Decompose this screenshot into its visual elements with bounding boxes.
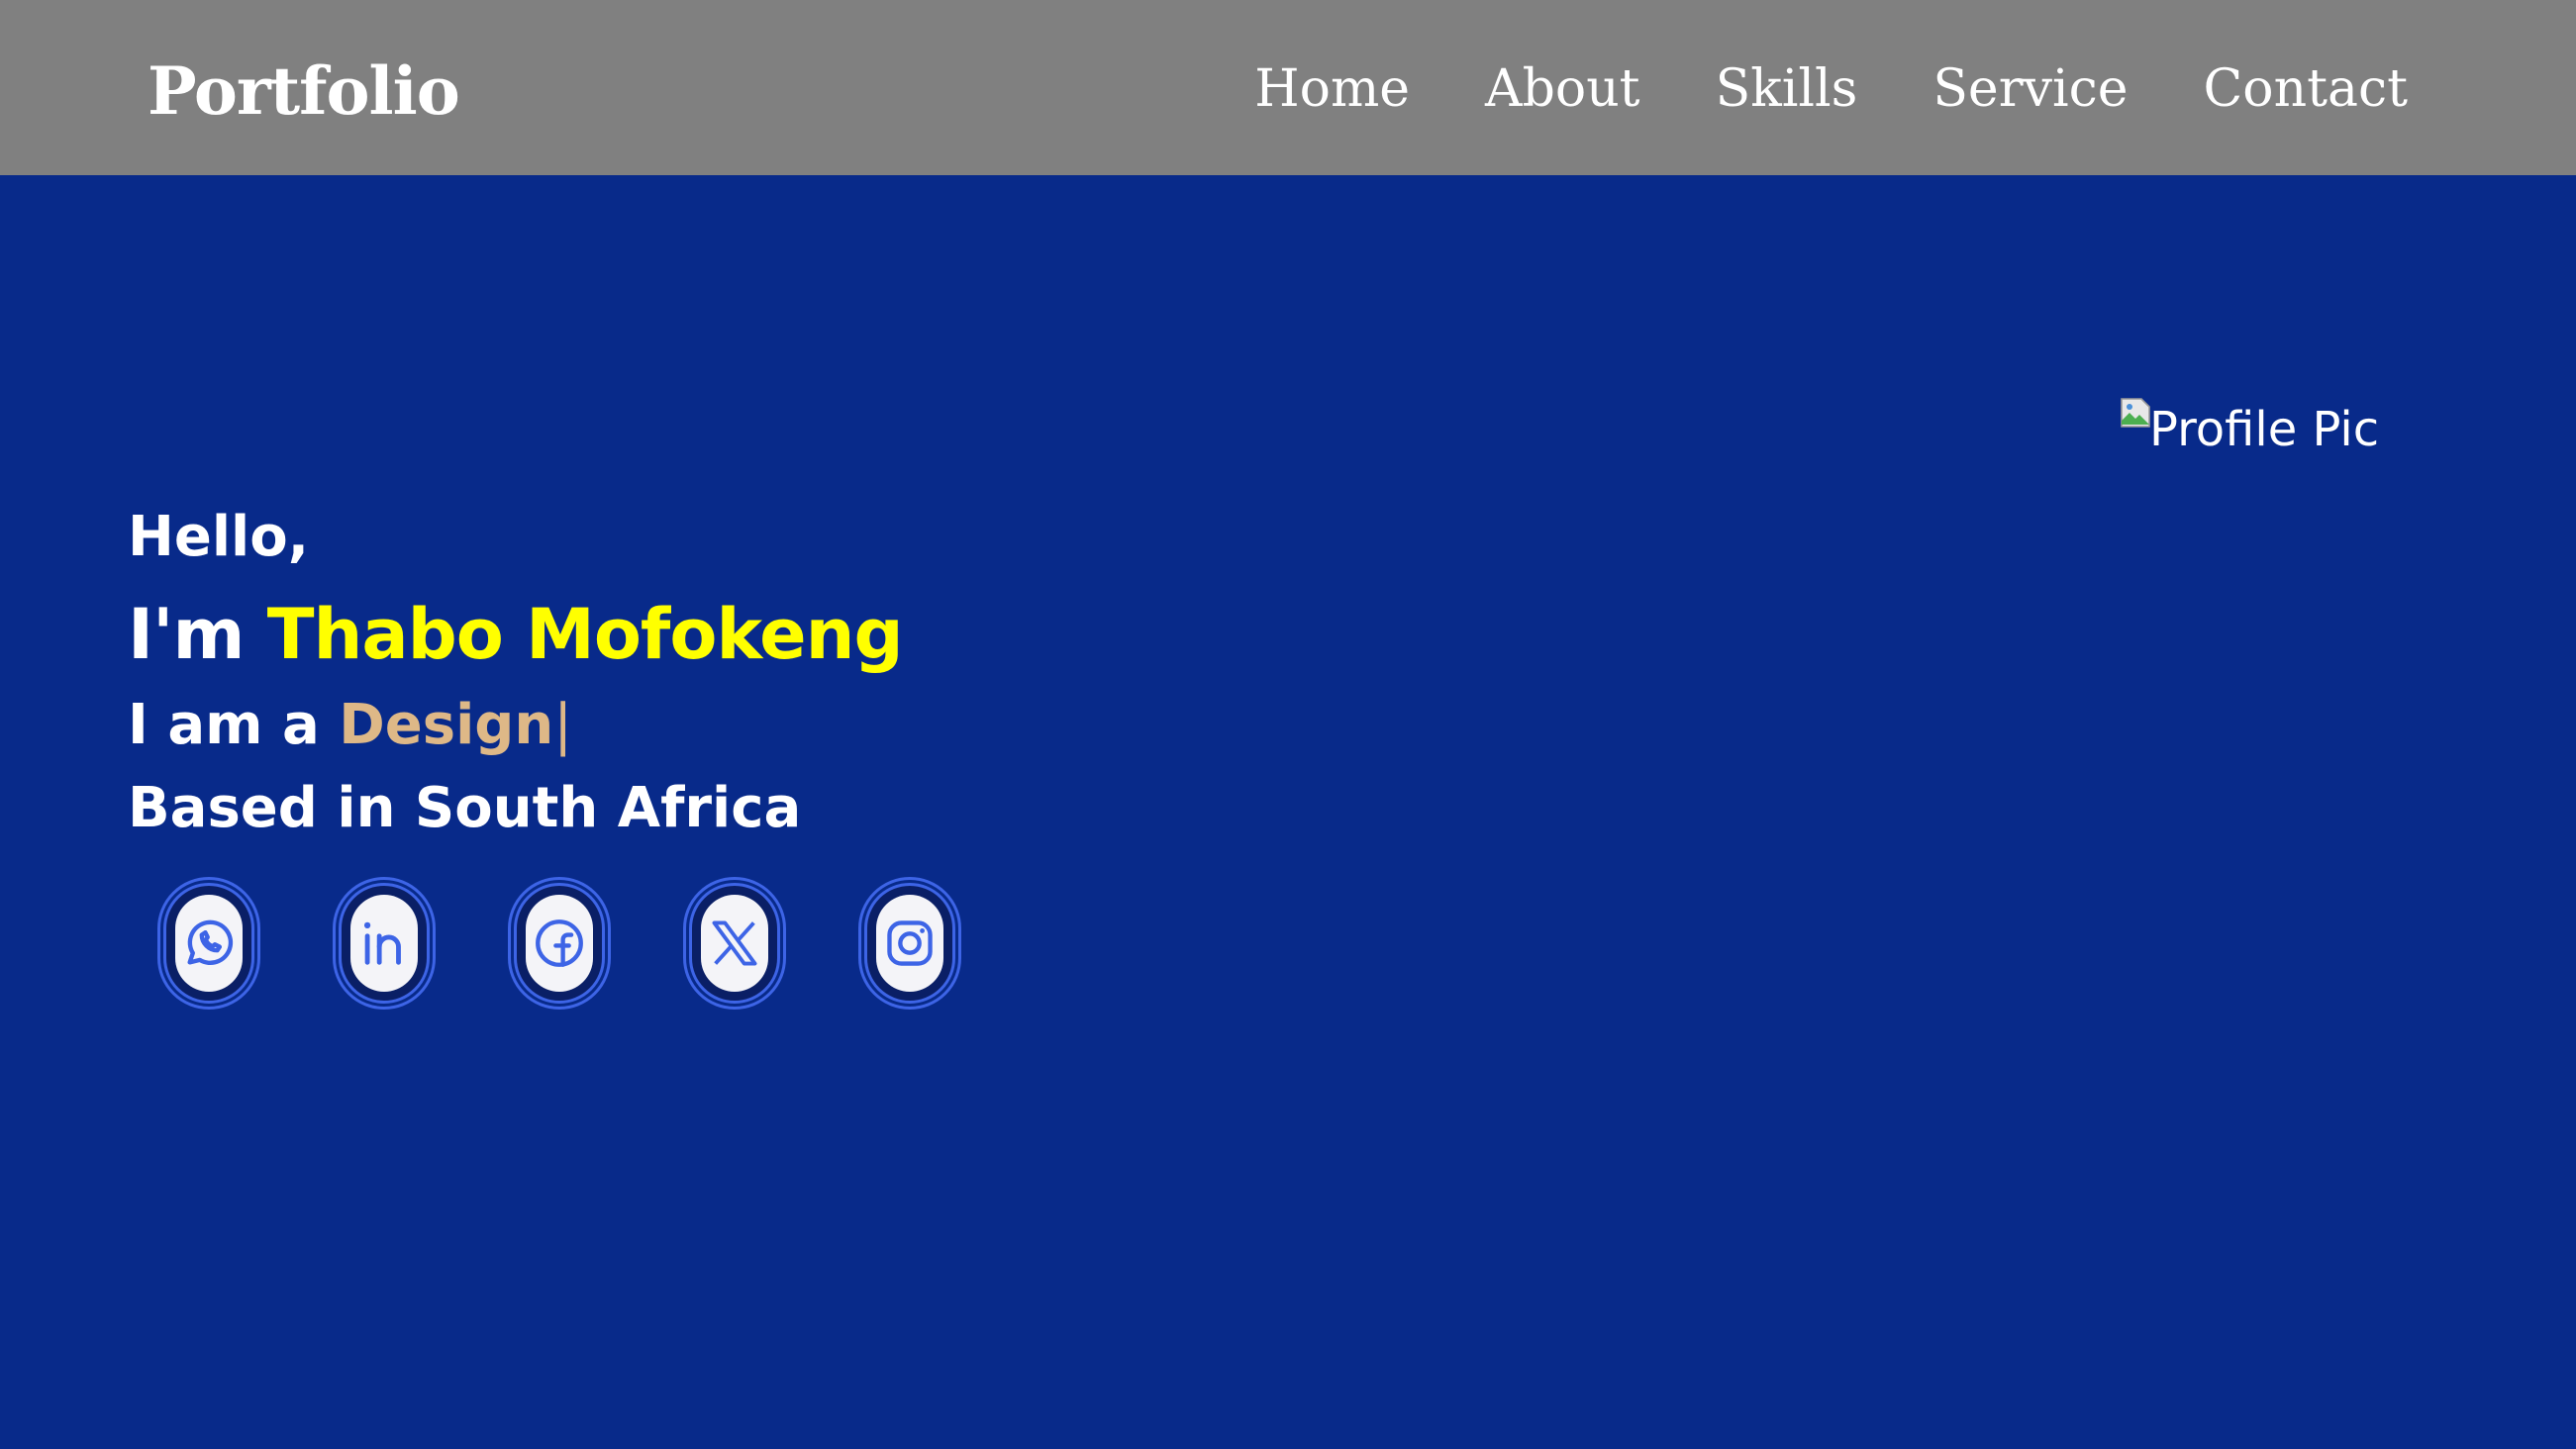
hero-name: Thabo Mofokeng xyxy=(266,594,904,675)
linkedin-badge xyxy=(350,895,418,992)
hero-role: Design xyxy=(339,693,554,757)
profile-pic-alt: Profile Pic xyxy=(2149,402,2380,457)
instagram-badge xyxy=(876,895,943,992)
instagram-link[interactable] xyxy=(858,877,961,1010)
x-twitter-badge xyxy=(701,895,768,992)
site-header: Portfolio Home About Skills Service Cont… xyxy=(0,0,2576,175)
main-nav: Home About Skills Service Contact xyxy=(1254,54,2408,124)
facebook-link[interactable] xyxy=(508,877,611,1010)
linkedin-icon xyxy=(363,921,401,965)
instagram-ring xyxy=(864,883,955,1004)
x-twitter-link[interactable] xyxy=(683,877,786,1010)
nav-skills[interactable]: Skills xyxy=(1716,54,1858,124)
facebook-badge xyxy=(526,895,593,992)
social-links xyxy=(157,877,961,1010)
hero-intro-prefix: I'm xyxy=(128,594,267,675)
whatsapp-link[interactable] xyxy=(157,877,260,1010)
hero-section: Hello, I'm Thabo Mofokeng I am a Design|… xyxy=(128,500,904,846)
facebook-ring xyxy=(514,883,605,1004)
whatsapp-icon xyxy=(187,919,234,966)
nav-service[interactable]: Service xyxy=(1932,54,2128,124)
linkedin-ring xyxy=(339,883,430,1004)
whatsapp-ring xyxy=(163,883,254,1004)
profile-pic: Profile Pic xyxy=(2120,395,2379,464)
hero-role-prefix: I am a xyxy=(128,693,340,757)
whatsapp-badge xyxy=(175,895,243,992)
x-twitter-ring xyxy=(689,883,780,1004)
facebook-icon xyxy=(536,919,583,967)
instagram-icon xyxy=(887,920,933,966)
hero-intro: I'm Thabo Mofokeng xyxy=(128,591,904,678)
nav-home[interactable]: Home xyxy=(1254,54,1410,124)
hero-greeting: Hello, xyxy=(128,505,309,569)
nav-about[interactable]: About xyxy=(1485,54,1640,124)
typing-cursor: | xyxy=(553,693,573,757)
hero-location: Based in South Africa xyxy=(128,776,802,840)
site-logo[interactable]: Portfolio xyxy=(148,51,460,131)
nav-contact[interactable]: Contact xyxy=(2203,54,2408,124)
broken-image-icon xyxy=(2121,398,2150,428)
hero-role-line: I am a Design| xyxy=(128,688,903,763)
x-twitter-icon xyxy=(712,920,757,966)
linkedin-link[interactable] xyxy=(333,877,436,1010)
